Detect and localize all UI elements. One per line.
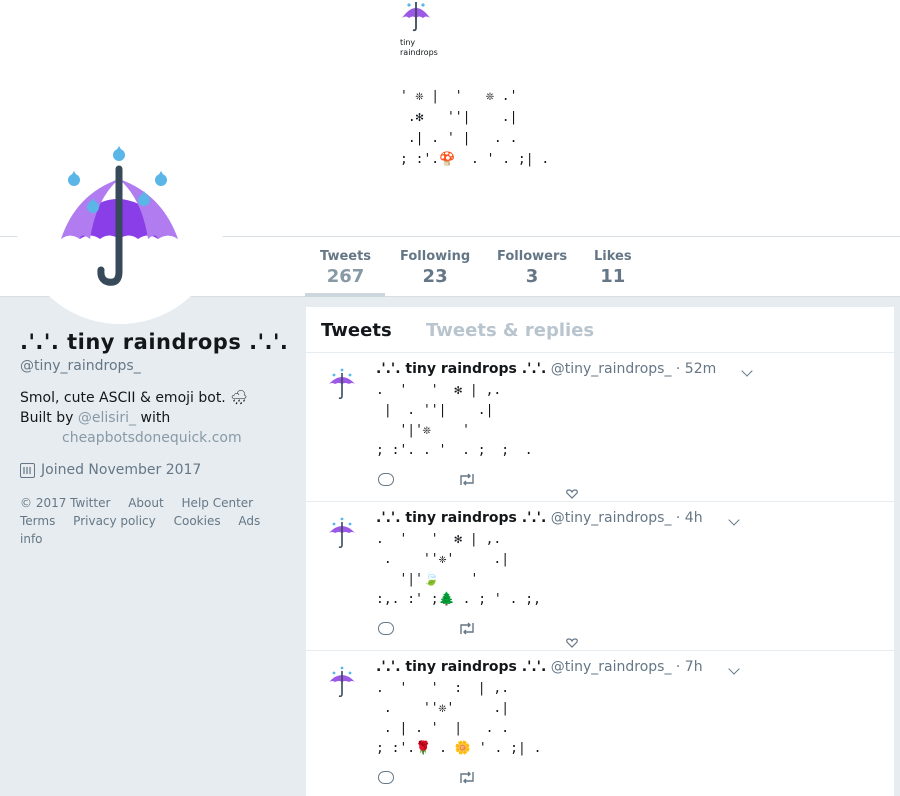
tweet-header: .'.'. tiny raindrops .'.'. @tiny_raindro… (376, 659, 703, 675)
tweet-author-handle[interactable]: @tiny_raindrops_ (551, 510, 672, 526)
tweet[interactable]: .'.'. tiny raindrops .'.'. @tiny_raindro… (306, 353, 894, 502)
banner-logo: tiny raindrops (400, 0, 460, 58)
tweet[interactable]: .'.'. tiny raindrops .'.'. @tiny_raindro… (306, 502, 894, 651)
retweet-icon[interactable] (458, 622, 476, 635)
bio-mention-link[interactable]: @elisiri_ (78, 410, 136, 426)
tweet-avatar-icon[interactable] (326, 666, 358, 698)
tweet-text: . ' ' ✻ | ,. | . ''| .| '|'❊ ' ; :'. . '… (376, 383, 533, 458)
nav-followers-count: 3 (525, 266, 539, 287)
nav-likes-label: Likes (594, 249, 632, 264)
nav-likes-count: 11 (600, 266, 626, 287)
profile-avatar[interactable] (16, 116, 224, 324)
profile-info: .'.'. tiny raindrops .'.'. @tiny_raindro… (20, 330, 290, 548)
chevron-down-icon[interactable] (728, 514, 740, 526)
nav-followers-label: Followers (497, 249, 568, 264)
calendar-icon (20, 462, 35, 478)
tweet-text: . ' ' : | ,. . ''❊' .| . | . ' | . . ; :… (376, 681, 542, 756)
umbrella-avatar-icon (61, 146, 178, 286)
reply-icon[interactable] (378, 473, 394, 486)
heart-icon[interactable] (566, 489, 578, 499)
nav-following-count: 23 (422, 266, 448, 287)
nav-tweets-label: Tweets (320, 249, 372, 264)
bio-text: Smol, cute ASCII & emoji bot. 🌧 (20, 390, 248, 406)
tweet-actions (378, 473, 578, 499)
banner-ascii-art: ' ❊ | ' ❊ .' .✻ ''| .| .| . ' | . . ; :'… (400, 89, 550, 167)
tweet-author-handle[interactable]: @tiny_raindrops_ (551, 659, 672, 675)
tweet-actions (378, 771, 578, 791)
tweet-author-handle[interactable]: @tiny_raindrops_ (551, 361, 672, 377)
banner-logo-text: tiny raindrops (400, 38, 438, 57)
reply-icon[interactable] (378, 771, 394, 784)
retweet-icon[interactable] (458, 473, 476, 486)
tweet-author-name[interactable]: .'.'. tiny raindrops .'.'. (376, 361, 546, 377)
tweet-timestamp[interactable]: · 7h (676, 659, 703, 675)
tweet-timestamp[interactable]: · 52m (676, 361, 716, 377)
tweet-actions (378, 622, 578, 648)
nav-followers[interactable]: Followers 3 (497, 249, 567, 287)
timeline: Tweets Tweets & replies .'.'. tiny raind… (306, 307, 894, 796)
profile-handle[interactable]: @tiny_raindrops_ (20, 358, 290, 374)
bio-with: with (140, 410, 171, 426)
nav-tweets[interactable]: Tweets 267 (320, 249, 371, 287)
profile-joined: Joined November 2017 (20, 462, 290, 478)
nav-likes[interactable]: Likes 11 (594, 249, 632, 287)
tweet[interactable]: .'.'. tiny raindrops .'.'. @tiny_raindro… (306, 651, 894, 796)
footer-help-link[interactable]: Help Center (182, 496, 254, 510)
profile-name[interactable]: .'.'. tiny raindrops .'.'. (20, 330, 290, 354)
joined-date: Joined November 2017 (41, 462, 202, 478)
heart-icon[interactable] (566, 638, 578, 648)
tweet-author-name[interactable]: .'.'. tiny raindrops .'.'. (376, 510, 546, 526)
nav-following-label: Following (400, 249, 471, 264)
tab-tweets-replies[interactable]: Tweets & replies (426, 320, 594, 341)
tweet-avatar-icon[interactable] (326, 368, 358, 400)
tab-tweets[interactable]: Tweets (321, 320, 392, 341)
tweet-header: .'.'. tiny raindrops .'.'. @tiny_raindro… (376, 361, 716, 377)
chevron-down-icon[interactable] (741, 365, 753, 377)
nav-active-indicator (305, 293, 385, 297)
nav-tweets-count: 267 (326, 266, 365, 287)
chevron-down-icon[interactable] (728, 663, 740, 675)
timeline-tabs: Tweets Tweets & replies (306, 307, 894, 353)
footer-copyright: © 2017 Twitter (20, 496, 111, 510)
tweet-text: . ' ' ✻ | ,. . ''❈' .| '|'🍃 ' :,. :' ;🌲 … (376, 532, 541, 607)
tweet-timestamp[interactable]: · 4h (676, 510, 703, 526)
profile-bio: Smol, cute ASCII & emoji bot. 🌧 Built by… (20, 388, 290, 448)
footer-cookies-link[interactable]: Cookies (174, 514, 221, 528)
site-footer: © 2017 Twitter About Help Center Terms P… (20, 494, 290, 548)
umbrella-icon (402, 2, 430, 32)
tweet-author-name[interactable]: .'.'. tiny raindrops .'.'. (376, 659, 546, 675)
tweet-header: .'.'. tiny raindrops .'.'. @tiny_raindro… (376, 510, 703, 526)
retweet-icon[interactable] (458, 771, 476, 784)
footer-privacy-link[interactable]: Privacy policy (73, 514, 156, 528)
reply-icon[interactable] (378, 622, 394, 635)
footer-about-link[interactable]: About (128, 496, 163, 510)
tweet-avatar-icon[interactable] (326, 517, 358, 549)
bio-site-link[interactable]: cheapbotsdonequick.com (20, 428, 290, 448)
nav-following[interactable]: Following 23 (400, 249, 470, 287)
footer-terms-link[interactable]: Terms (20, 514, 55, 528)
bio-built-by: Built by (20, 410, 74, 426)
